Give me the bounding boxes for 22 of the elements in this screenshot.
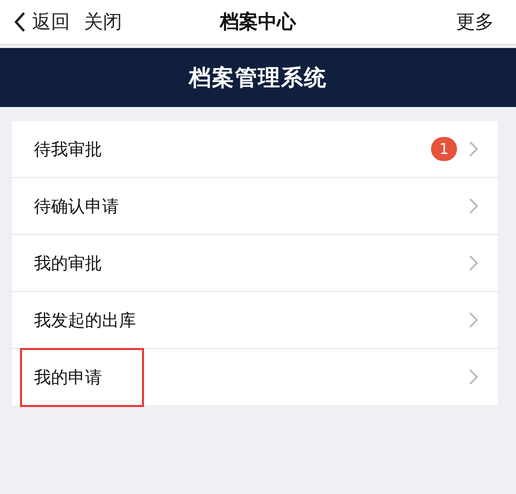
- menu-label: 待确认申请: [34, 196, 119, 218]
- back-button[interactable]: 返回: [14, 9, 70, 35]
- menu-label: 我的审批: [34, 252, 102, 274]
- highlight-frame: 我的申请: [20, 348, 144, 406]
- back-chevron-icon: [14, 11, 26, 33]
- chevron-right-icon: [469, 198, 478, 214]
- close-button[interactable]: 关闭: [84, 9, 122, 35]
- menu-item[interactable]: 我发起的出库: [12, 292, 498, 349]
- chevron-right-icon: [469, 141, 478, 157]
- more-button[interactable]: 更多: [456, 9, 494, 35]
- chevron-right-icon: [469, 312, 478, 328]
- menu-label: 我发起的出库: [34, 310, 136, 332]
- page-title: 档案中心: [220, 10, 296, 35]
- chevron-right-icon: [469, 369, 478, 385]
- menu-item[interactable]: 待我审批 1: [12, 121, 498, 178]
- menu-item[interactable]: 我的审批: [12, 235, 498, 292]
- menu-item[interactable]: 待确认申请: [12, 178, 498, 235]
- menu-label: 待我审批: [34, 138, 102, 160]
- chevron-right-icon: [469, 255, 478, 271]
- count-badge: 1: [431, 137, 457, 161]
- menu-item[interactable]: 我的申请: [12, 349, 498, 405]
- banner-title: 档案管理系统: [189, 64, 327, 92]
